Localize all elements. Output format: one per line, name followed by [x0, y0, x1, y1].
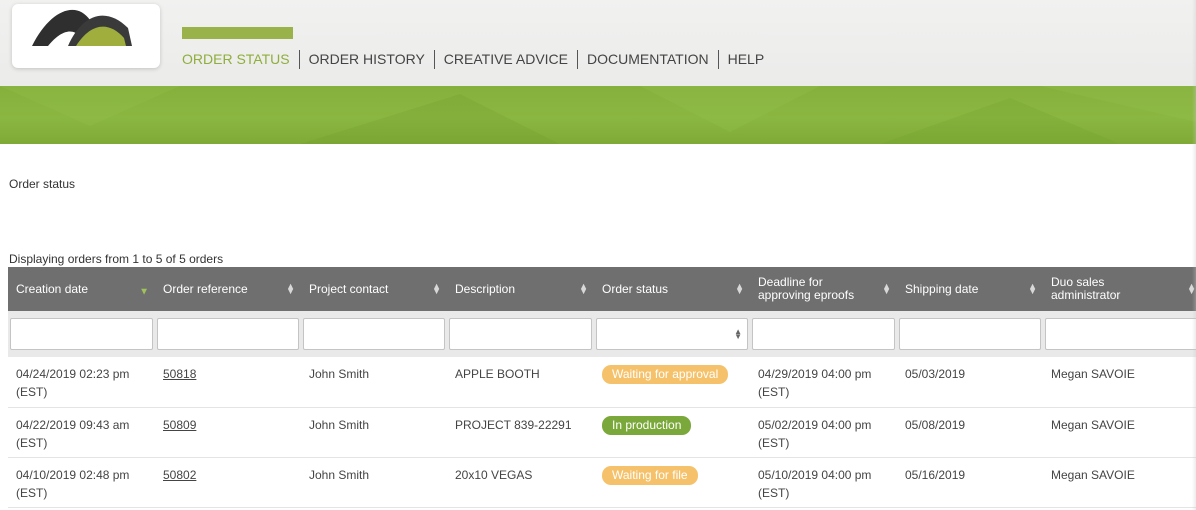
cell-deadline: 05/02/2019 04:00 pm (EST)	[750, 407, 897, 458]
cell-order-status: Waiting for approval	[594, 357, 750, 408]
filter-sales-admin-input[interactable]	[1045, 318, 1196, 350]
nav-divider	[433, 49, 435, 69]
page-edge-shadow	[1192, 0, 1196, 510]
header-banner	[0, 86, 1196, 144]
top-header: ORDER STATUS ORDER HISTORY CREATIVE ADVI…	[0, 0, 1196, 86]
cell-description: PROJECT 839-22291	[447, 407, 594, 458]
order-reference-link[interactable]: 50818	[163, 367, 196, 381]
table-row: 04/24/2019 02:23 pm (EST) 50818 John Smi…	[8, 357, 1196, 408]
filter-description-input[interactable]	[449, 318, 592, 350]
cell-deadline: 04/29/2019 04:00 pm (EST)	[750, 357, 897, 408]
nav-divider	[298, 49, 300, 69]
cell-creation-date: 04/22/2019 09:43 am (EST)	[8, 407, 155, 458]
nav-active-indicator	[182, 27, 293, 39]
filter-shipping-date-input[interactable]	[899, 318, 1041, 350]
column-header-deadline[interactable]: Deadline for approving eproofs ▲ ▼	[750, 267, 897, 311]
column-header-creation-date[interactable]: Creation date ▼	[8, 267, 155, 311]
cell-creation-date: 04/24/2019 02:23 pm (EST)	[8, 357, 155, 408]
column-header-label: Order reference	[163, 281, 248, 296]
main-nav: ORDER STATUS ORDER HISTORY CREATIVE ADVI…	[182, 49, 764, 69]
filter-deadline-input[interactable]	[752, 318, 895, 350]
status-badge: Waiting for approval	[602, 365, 729, 384]
status-badge: Waiting for file	[602, 465, 698, 485]
table-row: 04/22/2019 09:43 am (EST) 50809 John Smi…	[8, 407, 1196, 458]
orders-table-container: Creation date ▼ Order reference ▲ ▼ Proje…	[8, 267, 1196, 510]
cell-shipping-date: 05/03/2019	[897, 357, 1043, 408]
cell-order-reference: 50809	[155, 407, 301, 458]
cell-description: 20x10 VEGAS	[447, 457, 594, 508]
column-header-label: Project contact	[309, 281, 389, 296]
nav-documentation[interactable]: DOCUMENTATION	[587, 51, 709, 67]
column-header-project-contact[interactable]: Project contact ▲ ▼	[301, 267, 447, 311]
orders-table: Creation date ▼ Order reference ▲ ▼ Proje…	[8, 267, 1196, 508]
table-header-row: Creation date ▼ Order reference ▲ ▼ Proje…	[8, 267, 1196, 311]
nav-divider	[717, 49, 719, 69]
cell-sales-admin: Megan SAVOIE	[1043, 357, 1196, 408]
nav-creative-advice[interactable]: CREATIVE ADVICE	[444, 51, 568, 67]
table-row: 04/10/2019 02:48 pm (EST) 50802 John Smi…	[8, 457, 1196, 508]
select-arrows-icon: ▲ ▼	[734, 327, 742, 341]
sort-icon[interactable]: ▲▼	[579, 282, 588, 296]
filter-row: ▲ ▼	[8, 311, 1196, 357]
column-header-sales-admin[interactable]: Duo sales administrator ▲▼	[1043, 267, 1196, 311]
filter-order-status-select[interactable]: ▲ ▼	[596, 318, 748, 350]
cell-order-status: In production	[594, 407, 750, 458]
cell-shipping-date: 05/08/2019	[897, 407, 1043, 458]
sort-icon[interactable]: ▲▼	[286, 282, 295, 296]
cell-shipping-date: 05/16/2019	[897, 457, 1043, 508]
column-header-shipping-date[interactable]: Shipping date ▲ ▼	[897, 267, 1043, 311]
sort-icon[interactable]: ▲▼	[1028, 282, 1037, 296]
nav-help[interactable]: HELP	[728, 51, 765, 67]
banner-pattern	[0, 86, 1196, 144]
status-badge: In production	[602, 415, 692, 435]
logo-mark-icon	[32, 9, 132, 46]
sort-icon[interactable]: ▲▼	[735, 282, 744, 296]
page-title: Order status	[9, 177, 76, 191]
column-header-label: Description	[455, 281, 516, 296]
column-header-label: Order status	[602, 281, 669, 296]
column-header-label: Creation date	[16, 281, 89, 296]
cell-project-contact: John Smith	[301, 407, 447, 458]
filter-creation-date-input[interactable]	[10, 318, 153, 350]
cell-sales-admin: Megan SAVOIE	[1043, 457, 1196, 508]
column-header-order-status[interactable]: Order status ▲ ▼	[594, 267, 750, 311]
order-reference-link[interactable]: 50802	[163, 468, 196, 482]
filter-project-contact-input[interactable]	[303, 318, 445, 350]
column-header-label: Deadline for approving eproofs	[758, 275, 855, 302]
sort-icon[interactable]: ▲▼	[882, 282, 891, 296]
column-header-description[interactable]: Description ▲ ▼	[447, 267, 594, 311]
cell-sales-admin: Megan SAVOIE	[1043, 407, 1196, 458]
column-header-label: Duo sales administrator	[1051, 275, 1121, 302]
cell-deadline: 05/10/2019 04:00 pm (EST)	[750, 457, 897, 508]
cell-order-reference: 50818	[155, 357, 301, 408]
order-reference-link[interactable]: 50809	[163, 418, 196, 432]
cell-project-contact: John Smith	[301, 457, 447, 508]
sort-icon[interactable]: ▲▼	[432, 282, 441, 296]
results-count: Displaying orders from 1 to 5 of 5 order…	[9, 252, 224, 266]
nav-order-status[interactable]: ORDER STATUS	[182, 51, 290, 67]
column-header-order-reference[interactable]: Order reference ▲ ▼	[155, 267, 301, 311]
filter-order-reference-input[interactable]	[157, 318, 299, 350]
sort-descending-icon[interactable]: ▼	[139, 287, 149, 297]
cell-order-reference: 50802	[155, 457, 301, 508]
cell-creation-date: 04/10/2019 02:48 pm (EST)	[8, 457, 155, 508]
cell-order-status: Waiting for file	[594, 457, 750, 508]
column-header-label: Shipping date	[905, 281, 979, 296]
nav-divider	[577, 49, 578, 69]
cell-description: APPLE BOOTH	[447, 357, 594, 408]
nav-order-history[interactable]: ORDER HISTORY	[309, 51, 425, 67]
cell-project-contact: John Smith	[301, 357, 447, 408]
company-logo[interactable]	[12, 4, 160, 68]
